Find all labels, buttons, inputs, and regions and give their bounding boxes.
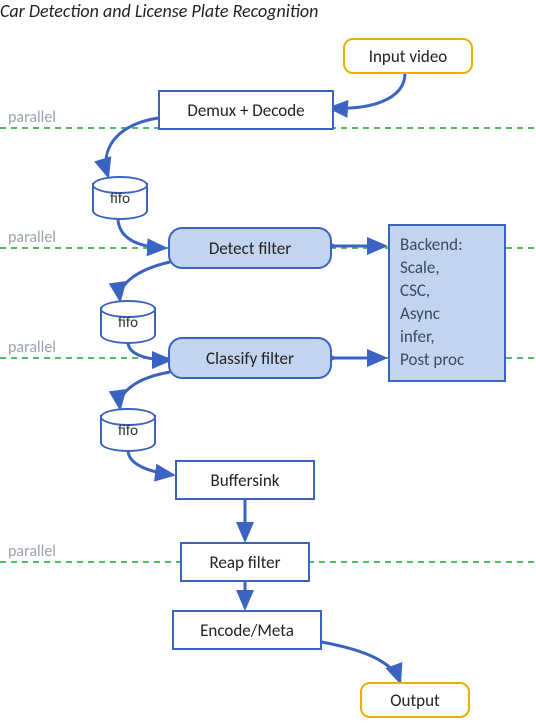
fifo-label-3: fifo — [100, 422, 156, 440]
arrow-encode-to-output — [310, 640, 400, 682]
parallel-label-1: parallel — [8, 108, 56, 127]
parallel-label-4: parallel — [8, 542, 56, 561]
node-encode-meta: Encode/Meta — [172, 610, 322, 650]
backend-line-1: CSC, — [400, 280, 494, 303]
page-title: Car Detection and License Plate Recognit… — [0, 0, 318, 22]
arrow-fifo3-to-buffersink — [128, 450, 173, 475]
backend-line-0: Scale, — [400, 257, 494, 280]
arrow-detect-to-fifo2 — [120, 262, 170, 300]
node-detect-filter: Detect filter — [168, 227, 332, 269]
diagram-canvas: Car Detection and License Plate Recognit… — [0, 0, 536, 724]
fifo-3: fifo — [100, 408, 156, 452]
node-backend: Backend: Scale, CSC, Async infer, Post p… — [388, 224, 506, 382]
fifo-label-1: fifo — [92, 190, 148, 208]
backend-line-2: Async — [400, 303, 494, 326]
parallel-label-2: parallel — [8, 228, 56, 247]
arrow-classify-to-fifo3 — [120, 372, 170, 408]
backend-line-4: Post proc — [400, 349, 494, 372]
arrow-demux-to-fifo1 — [106, 118, 158, 176]
arrow-fifo2-to-classify — [128, 342, 170, 360]
backend-line-3: infer, — [400, 326, 494, 349]
backend-title: Backend: — [400, 234, 494, 257]
node-demux-decode: Demux + Decode — [158, 90, 334, 130]
fifo-2: fifo — [100, 300, 156, 344]
fifo-label-2: fifo — [100, 314, 156, 332]
node-buffersink: Buffersink — [175, 460, 315, 500]
node-output: Output — [360, 682, 470, 718]
fifo-1: fifo — [92, 176, 148, 220]
node-input-video: Input video — [343, 38, 473, 74]
node-reap-filter: Reap filter — [180, 542, 310, 582]
arrow-fifo1-to-detect — [118, 220, 165, 248]
arrow-input-to-demux — [330, 73, 405, 108]
parallel-label-3: parallel — [8, 338, 56, 357]
node-classify-filter: Classify filter — [168, 337, 332, 379]
